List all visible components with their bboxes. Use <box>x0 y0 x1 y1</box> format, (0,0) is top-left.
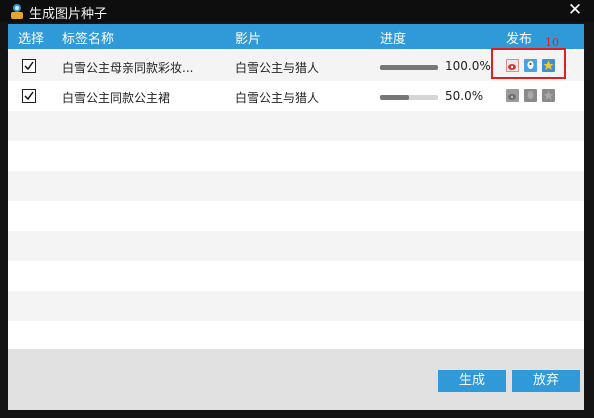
table-panel: 选择 标签名称 影片 进度 发布 白雪公主母亲同款彩妆... 白雪公主与猎人 1… <box>8 24 584 410</box>
title-bar[interactable]: 生成图片种子 ✕ <box>0 0 594 22</box>
dialog-window: 生成图片种子 ✕ 选择 标签名称 影片 进度 发布 白雪公主母亲同款彩妆... … <box>0 0 594 418</box>
column-header-progress: 进度 <box>380 32 407 47</box>
tag-name-cell: 白雪公主母亲同款彩妆... <box>62 61 194 75</box>
close-button[interactable]: ✕ <box>566 1 584 19</box>
table-row[interactable]: 白雪公主同款公主裙 白雪公主与猎人 50.0% <box>8 81 584 111</box>
progress-label: 100.0% <box>445 59 491 73</box>
column-header-publish: 发布 <box>506 32 533 47</box>
close-icon: ✕ <box>567 0 583 20</box>
app-icon <box>11 4 23 19</box>
tag-name-cell: 白雪公主同款公主裙 <box>62 91 171 105</box>
checkmark-icon <box>24 61 34 71</box>
generate-button[interactable]: 生成 <box>438 370 506 392</box>
window-title: 生成图片种子 <box>29 7 108 22</box>
column-header-select: 选择 <box>18 32 45 47</box>
empty-row <box>8 201 584 231</box>
empty-row <box>8 261 584 291</box>
annotation-number: 10 <box>545 36 559 49</box>
column-header-film: 影片 <box>235 32 262 47</box>
empty-row <box>8 231 584 261</box>
film-cell: 白雪公主与猎人 <box>235 91 320 105</box>
empty-row <box>8 321 584 351</box>
qzone-star-icon[interactable] <box>542 89 555 102</box>
empty-row <box>8 171 584 201</box>
progress-bar <box>380 65 438 70</box>
progress-label: 50.0% <box>445 89 484 103</box>
checkmark-icon <box>24 91 34 101</box>
progress-fill <box>380 65 438 70</box>
row-checkbox[interactable] <box>22 89 36 103</box>
row-checkbox[interactable] <box>22 59 36 73</box>
sina-weibo-icon[interactable] <box>506 89 519 102</box>
cancel-button[interactable]: 放弃 <box>512 370 580 392</box>
empty-row <box>8 141 584 171</box>
column-header-tag-name: 标签名称 <box>62 32 115 47</box>
progress-fill <box>380 95 409 100</box>
empty-row <box>8 291 584 321</box>
qq-icon[interactable] <box>524 89 537 102</box>
film-cell: 白雪公主与猎人 <box>235 61 320 75</box>
highlight-box <box>491 48 566 79</box>
table-header: 选择 标签名称 影片 进度 发布 <box>8 24 584 49</box>
progress-bar <box>380 95 438 100</box>
empty-row <box>8 111 584 141</box>
